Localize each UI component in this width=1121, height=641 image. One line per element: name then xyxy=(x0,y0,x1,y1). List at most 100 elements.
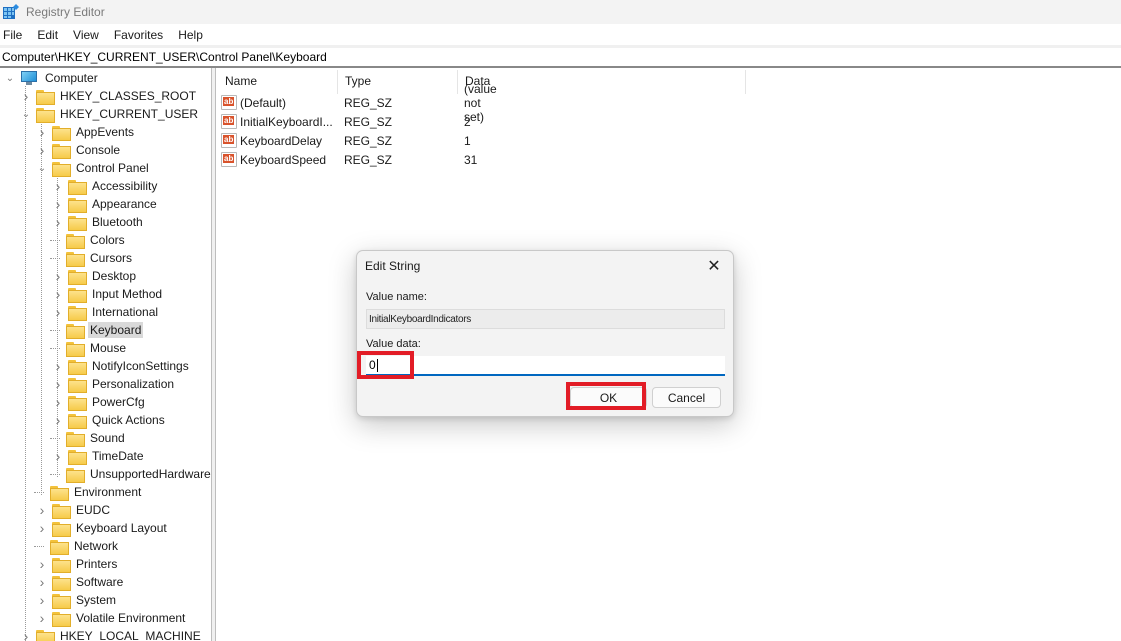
chevron-right-icon[interactable]: › xyxy=(52,268,64,284)
tree-item-label: Volatile Environment xyxy=(76,611,186,625)
folder-icon xyxy=(36,107,55,123)
tree-item-label: Colors xyxy=(90,233,125,247)
tree-item[interactable]: Keyboard xyxy=(50,321,144,339)
chevron-right-icon[interactable]: › xyxy=(52,394,64,410)
column-separator[interactable] xyxy=(745,70,746,94)
tree-item[interactable]: › Input Method xyxy=(52,285,164,303)
chevron-right-icon[interactable]: › xyxy=(52,358,64,374)
string-value-icon: ab xyxy=(221,152,237,167)
column-header-type[interactable]: Type xyxy=(337,70,457,92)
tree-item[interactable]: Cursors xyxy=(50,249,134,267)
address-bar[interactable]: Computer\HKEY_CURRENT_USER\Control Panel… xyxy=(0,45,1121,66)
tree-item[interactable]: › Appearance xyxy=(52,195,159,213)
chevron-right-icon[interactable]: › xyxy=(36,520,48,536)
value-row[interactable]: ab (Default) REG_SZ (value not set) xyxy=(221,82,497,124)
tree-item[interactable]: › System xyxy=(36,591,118,609)
chevron-right-icon[interactable]: › xyxy=(36,592,48,608)
folder-icon xyxy=(66,467,85,483)
menu-edit[interactable]: Edit xyxy=(37,28,58,42)
tree-connector xyxy=(50,347,60,349)
menu-favorites[interactable]: Favorites xyxy=(114,28,163,42)
tree-item[interactable]: › EUDC xyxy=(36,501,112,519)
tree-item[interactable]: › NotifyIconSettings xyxy=(52,357,191,375)
chevron-right-icon[interactable]: › xyxy=(36,610,48,626)
tree-item[interactable]: › Bluetooth xyxy=(52,213,145,231)
tree-item-label: HKEY_LOCAL_MACHINE xyxy=(60,629,201,641)
value-row[interactable]: ab KeyboardSpeed REG_SZ 31 xyxy=(221,150,477,169)
chevron-right-icon[interactable]: › xyxy=(52,376,64,392)
folder-icon xyxy=(68,179,87,195)
tree-item[interactable]: › Quick Actions xyxy=(52,411,167,429)
chevron-down-icon[interactable]: ⌄ xyxy=(4,72,16,84)
value-data: 31 xyxy=(464,152,478,167)
chevron-right-icon[interactable]: › xyxy=(52,286,64,302)
menu-file[interactable]: File xyxy=(3,28,22,42)
tree-item-label: International xyxy=(92,305,159,319)
tree-item[interactable]: Sound xyxy=(50,429,127,447)
chevron-right-icon[interactable]: › xyxy=(52,304,64,320)
tree-item-label: Cursors xyxy=(90,251,133,265)
cancel-button[interactable]: Cancel xyxy=(652,387,721,408)
chevron-right-icon[interactable]: › xyxy=(52,178,64,194)
chevron-right-icon[interactable]: › xyxy=(20,628,32,641)
tree-item[interactable]: ⌄ HKEY_CURRENT_USER xyxy=(20,105,200,123)
chevron-right-icon[interactable]: › xyxy=(52,412,64,428)
tree-item[interactable]: › Volatile Environment xyxy=(36,609,187,627)
folder-icon xyxy=(52,611,71,627)
key-tree[interactable]: ⌄ Computer › HKEY_CLASSES_ROOT ⌄ HKEY_CURRE… xyxy=(0,68,212,641)
tree-item[interactable]: UnsupportedHardwareN xyxy=(50,465,212,483)
menu-help[interactable]: Help xyxy=(178,28,203,42)
tree-item[interactable]: › HKEY_LOCAL_MACHINE xyxy=(20,627,203,641)
close-icon[interactable]: ✕ xyxy=(703,255,725,277)
tree-item[interactable]: › AppEvents xyxy=(36,123,136,141)
tree-item[interactable]: › Desktop xyxy=(52,267,138,285)
chevron-right-icon[interactable]: › xyxy=(52,196,64,212)
tree-connector xyxy=(50,437,60,439)
tree-item-label: HKEY_CURRENT_USER xyxy=(60,107,199,121)
tree-item[interactable]: › TimeDate xyxy=(52,447,146,465)
tree-item[interactable]: › PowerCfg xyxy=(52,393,147,411)
tree-connector xyxy=(50,473,60,475)
ok-button[interactable]: OK xyxy=(570,387,647,408)
column-header-data[interactable]: Data xyxy=(457,70,745,92)
dialog-title: Edit String xyxy=(365,259,421,273)
tree-item[interactable]: › Accessibility xyxy=(52,177,159,195)
chevron-right-icon[interactable]: › xyxy=(36,124,48,140)
tree-item-label: Printers xyxy=(76,557,118,571)
address-path[interactable]: Computer\HKEY_CURRENT_USER\Control Panel… xyxy=(2,50,327,64)
menu-view[interactable]: View xyxy=(73,28,99,42)
tree-item[interactable]: › Personalization xyxy=(52,375,176,393)
pane-splitter[interactable] xyxy=(211,68,216,641)
chevron-down-icon[interactable]: ⌄ xyxy=(36,162,48,174)
registry-editor-icon xyxy=(3,4,19,20)
tree-item[interactable]: › Console xyxy=(36,141,122,159)
tree-item[interactable]: Network xyxy=(34,537,120,555)
tree-item[interactable]: Mouse xyxy=(50,339,128,357)
tree-item[interactable]: Colors xyxy=(50,231,127,249)
tree-item[interactable]: › Software xyxy=(36,573,125,591)
string-value-icon: ab xyxy=(221,95,237,110)
tree-item[interactable]: › International xyxy=(52,303,160,321)
value-data-input[interactable]: 0 xyxy=(366,356,725,376)
chevron-right-icon[interactable]: › xyxy=(52,448,64,464)
tree-item-label: EUDC xyxy=(76,503,111,517)
tree-item[interactable]: › Printers xyxy=(36,555,119,573)
tree-item[interactable]: › HKEY_CLASSES_ROOT xyxy=(20,87,198,105)
tree-item-label: Accessibility xyxy=(92,179,158,193)
chevron-right-icon[interactable]: › xyxy=(36,556,48,572)
value-row[interactable]: ab InitialKeyboardI... REG_SZ 2 xyxy=(221,112,471,131)
chevron-right-icon[interactable]: › xyxy=(36,574,48,590)
value-row[interactable]: ab KeyboardDelay REG_SZ 1 xyxy=(221,131,471,150)
column-header-name[interactable]: Name xyxy=(217,70,337,92)
folder-icon xyxy=(68,197,87,213)
tree-item[interactable]: Environment xyxy=(34,483,143,501)
chevron-right-icon[interactable]: › xyxy=(36,502,48,518)
tree-item[interactable]: ⌄ Control Panel xyxy=(36,159,151,177)
tree-connector xyxy=(50,329,60,331)
chevron-right-icon[interactable]: › xyxy=(20,88,32,104)
chevron-down-icon[interactable]: ⌄ xyxy=(20,108,32,120)
tree-item-computer[interactable]: ⌄ Computer xyxy=(4,69,100,87)
tree-item[interactable]: › Keyboard Layout xyxy=(36,519,169,537)
chevron-right-icon[interactable]: › xyxy=(36,142,48,158)
chevron-right-icon[interactable]: › xyxy=(52,214,64,230)
